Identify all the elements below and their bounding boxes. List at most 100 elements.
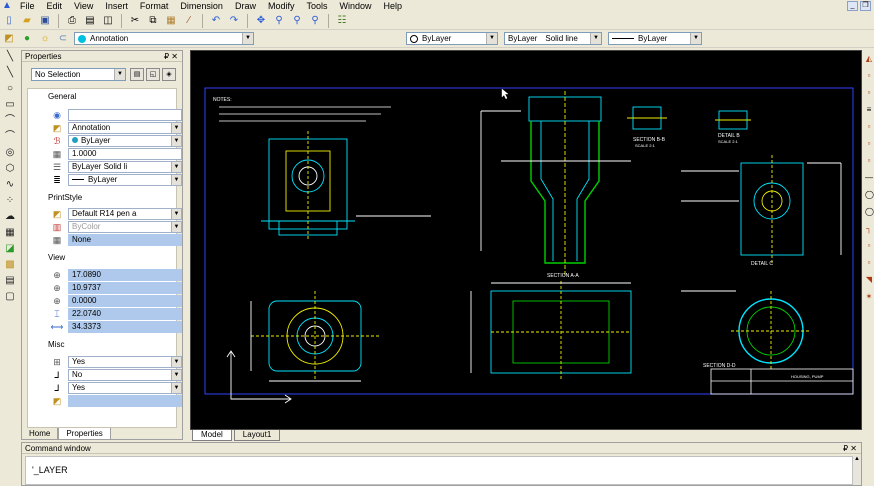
zoom-realtime-icon[interactable]: ⚲ xyxy=(272,14,286,28)
property-value[interactable]: None xyxy=(68,234,182,246)
property-value[interactable]: ByLayer Solid li ▼ xyxy=(68,161,182,173)
spline-icon[interactable]: ∿ xyxy=(3,178,17,192)
circle-icon[interactable]: ○ xyxy=(3,82,17,96)
chevron-down-icon[interactable]: ▼ xyxy=(171,175,181,185)
ray-icon[interactable]: ╲ xyxy=(3,66,17,80)
property-row-ucs-viewport[interactable]: ⅃ Yes ▼ xyxy=(50,382,182,394)
chevron-down-icon[interactable]: ▼ xyxy=(171,123,181,133)
drawing-canvas[interactable]: NOTES: SECTION A-A SECTION B-B SCALE 2:1… xyxy=(190,50,862,430)
table-icon[interactable]: ▤ xyxy=(3,274,17,288)
property-value[interactable]: Yes ▼ xyxy=(68,382,182,394)
property-row-color[interactable]: ◉ xyxy=(50,109,182,121)
property-row-center-x[interactable]: ⊕ 17.0890 xyxy=(50,269,182,281)
property-row-printstyle[interactable]: ◩ Default R14 pen a ▼ xyxy=(50,208,182,220)
close-icon[interactable]: ₽ ✕ xyxy=(843,443,857,454)
stretch-icon[interactable]: ◯ xyxy=(865,189,874,201)
property-row-lineweight[interactable]: ≣ ByLayer ▼ xyxy=(50,174,182,186)
tab-model[interactable]: Model xyxy=(192,430,232,441)
text-icon[interactable]: ▢ xyxy=(3,290,17,304)
property-row-ucs-on[interactable]: ⊞ Yes ▼ xyxy=(50,356,182,368)
rotate-icon[interactable]: ▫ xyxy=(865,155,873,167)
property-row-printtype[interactable]: ▦ None xyxy=(50,234,182,246)
chevron-down-icon[interactable]: ▼ xyxy=(690,33,701,44)
property-row-scale[interactable]: ▦ 1.0000 xyxy=(50,148,182,160)
block-icon[interactable]: ▩ xyxy=(3,258,17,272)
menu-draw[interactable]: Draw xyxy=(229,0,262,12)
zoom-window-icon[interactable]: ⚲ xyxy=(290,14,304,28)
command-scrollbar[interactable]: ▲ xyxy=(852,456,861,485)
hatch-icon[interactable]: ▦ xyxy=(3,226,17,240)
chevron-down-icon[interactable]: ▼ xyxy=(590,33,601,44)
copy-icon[interactable]: ⧉ xyxy=(146,14,160,28)
chamfer-icon[interactable]: ▫ xyxy=(865,257,873,269)
array-icon[interactable]: ▫ xyxy=(865,121,873,133)
arc-icon[interactable]: ⌒ xyxy=(3,114,17,128)
property-value[interactable]: No ▼ xyxy=(68,369,182,381)
property-value[interactable]: 1.0000 xyxy=(68,148,182,160)
layer-combo[interactable]: Annotation ▼ xyxy=(74,32,254,45)
ellipse-icon[interactable]: ◎ xyxy=(3,146,17,160)
menu-tools[interactable]: Tools xyxy=(300,0,333,12)
point-icon[interactable]: ⁘ xyxy=(3,194,17,208)
property-value[interactable] xyxy=(68,395,182,407)
quick-select-icon[interactable]: ◈ xyxy=(162,68,176,81)
pan-icon[interactable]: ✥ xyxy=(254,14,268,28)
line-icon[interactable]: ╲ xyxy=(3,50,17,64)
close-icon[interactable]: ₽ ✕ xyxy=(164,51,178,62)
lineweight-combo[interactable]: ByLayer ▼ xyxy=(608,32,702,45)
trim-icon[interactable]: ◯ xyxy=(865,206,874,218)
move-icon[interactable]: ▫ xyxy=(865,138,873,150)
region-icon[interactable]: ◪ xyxy=(3,242,17,256)
command-output[interactable]: '_LAYER xyxy=(25,456,857,485)
chevron-down-icon[interactable]: ▼ xyxy=(171,136,181,146)
menu-edit[interactable]: Edit xyxy=(41,0,69,12)
revcloud-icon[interactable]: ☁ xyxy=(3,210,17,224)
property-value[interactable]: ByLayer ▼ xyxy=(68,135,182,147)
property-value[interactable]: Yes ▼ xyxy=(68,356,182,368)
chevron-down-icon[interactable]: ▼ xyxy=(171,162,181,172)
extend-icon[interactable]: ┐ xyxy=(865,223,873,235)
fillet-icon[interactable]: ◥ xyxy=(865,274,873,286)
menu-view[interactable]: View xyxy=(68,0,99,12)
menu-modify[interactable]: Modify xyxy=(262,0,301,12)
property-row-center-y[interactable]: ⊕ 10.9737 xyxy=(50,282,182,294)
minimize-icon[interactable]: _ xyxy=(847,1,858,11)
property-row-center-z[interactable]: ⊕ 0.0000 xyxy=(50,295,182,307)
menu-format[interactable]: Format xyxy=(134,0,175,12)
break-icon[interactable]: ▫ xyxy=(865,240,873,252)
open-icon[interactable]: ▰ xyxy=(20,14,34,28)
property-row-plotstyle[interactable]: ☰ ByLayer Solid li ▼ xyxy=(50,161,182,173)
menu-dimension[interactable]: Dimension xyxy=(174,0,229,12)
cut-icon[interactable]: ✂ xyxy=(128,14,142,28)
property-value[interactable]: 22.0740 xyxy=(68,308,182,320)
property-value[interactable]: 0.0000 xyxy=(68,295,182,307)
app-icon[interactable]: ▲ xyxy=(0,0,14,12)
property-value[interactable]: 34.3373 xyxy=(68,321,182,333)
arc-3pt-icon[interactable]: ⌒ xyxy=(3,130,17,144)
offset-icon[interactable]: ≡ xyxy=(865,104,873,116)
explode-icon[interactable]: ✶ xyxy=(865,291,873,303)
property-row-ucs-origin[interactable]: ⅃ No ▼ xyxy=(50,369,182,381)
properties-icon[interactable]: ☷ xyxy=(335,14,349,28)
property-value[interactable]: 10.9737 xyxy=(68,282,182,294)
chevron-down-icon[interactable]: ▼ xyxy=(171,370,181,380)
property-value[interactable]: Default R14 pen a ▼ xyxy=(68,208,182,220)
property-value[interactable]: ByLayer ▼ xyxy=(68,174,182,186)
menu-file[interactable]: File xyxy=(14,0,41,12)
selection-combo[interactable]: No Selection ▼ xyxy=(31,68,126,81)
chevron-down-icon[interactable]: ▼ xyxy=(171,209,181,219)
erase-icon[interactable]: ◭ xyxy=(865,53,873,65)
copy-object-icon[interactable]: ▫ xyxy=(865,70,873,82)
publish-icon[interactable]: ◫ xyxy=(101,14,115,28)
linetype-combo[interactable]: ByLayer Solid line ▼ xyxy=(504,32,602,45)
property-row-width[interactable]: ⟷ 34.3373 xyxy=(50,321,182,333)
chevron-down-icon[interactable]: ▼ xyxy=(171,383,181,393)
property-row-height[interactable]: ⌶ 22.0740 xyxy=(50,308,182,320)
layer-manager-icon[interactable]: ◩ xyxy=(2,32,16,46)
polygon-icon[interactable]: ⬡ xyxy=(3,162,17,176)
restore-icon[interactable]: ❐ xyxy=(860,1,871,11)
menu-help[interactable]: Help xyxy=(378,0,409,12)
undo-icon[interactable]: ↶ xyxy=(209,14,223,28)
chevron-down-icon[interactable]: ▼ xyxy=(114,69,125,80)
property-row-linetype[interactable]: ℬ ByLayer ▼ xyxy=(50,135,182,147)
